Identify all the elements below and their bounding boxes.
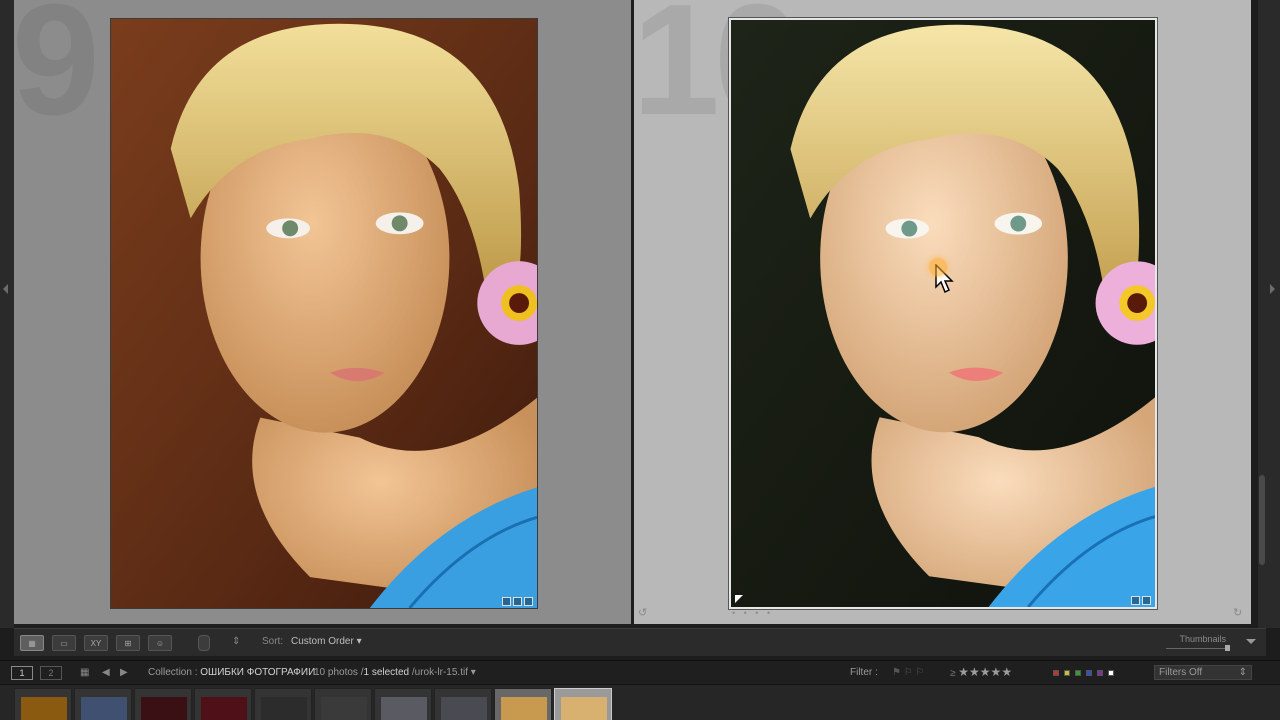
sort-label: Sort: (262, 636, 284, 647)
thumb-image (141, 697, 187, 720)
filters-preset-select[interactable]: Filters Off ⇕ (1154, 665, 1252, 680)
film-thumb-9[interactable] (494, 688, 552, 720)
right-panel-toggle[interactable] (1266, 0, 1280, 628)
filmstrip (0, 684, 1280, 720)
selection-info[interactable]: 10 photos /1 selected /urok-lr-15.tif ▾ (314, 667, 476, 678)
film-thumb-8[interactable] (434, 688, 492, 720)
green-label-icon[interactable] (1075, 670, 1081, 676)
painter-icon[interactable] (198, 635, 210, 651)
rotate-left-icon[interactable]: ↺ (638, 608, 650, 619)
forward-arrow-icon[interactable]: ▶ (120, 667, 128, 678)
thumbnails-label: Thumbnails (1179, 634, 1226, 644)
grid-view-icon[interactable]: ▦ (20, 635, 44, 651)
grid-cell-10-selected[interactable]: 10 ↺ • • • • ↻ (634, 0, 1251, 624)
metadata-badge-icon[interactable] (502, 597, 511, 606)
thumb-image (441, 697, 487, 720)
metadata-badge-icon[interactable] (1131, 596, 1140, 605)
blue-label-icon[interactable] (1086, 670, 1092, 676)
people-view-icon[interactable]: ☺ (148, 635, 172, 651)
white-label-icon[interactable] (1108, 670, 1114, 676)
thumb-image (381, 697, 427, 720)
collection-source[interactable]: Collection : ОШИБКИ ФОТОГРАФИИ (148, 667, 315, 678)
develop-badge-icon[interactable] (524, 597, 533, 606)
red-label-icon[interactable] (1053, 670, 1059, 676)
portrait-image-retouched (731, 20, 1155, 607)
photo-thumbnail-retouched[interactable] (729, 18, 1157, 609)
rating-filter[interactable]: ≥ ★★★★★ (950, 665, 1012, 679)
film-thumb-10-selected[interactable] (554, 688, 612, 720)
survey-view-icon[interactable]: ⊞ (116, 635, 140, 651)
back-arrow-icon[interactable]: ◀ (102, 667, 110, 678)
thumb-image (261, 697, 307, 720)
film-thumb-6[interactable] (314, 688, 372, 720)
expand-right-icon (1270, 284, 1275, 294)
purple-label-icon[interactable] (1097, 670, 1103, 676)
film-thumb-7[interactable] (374, 688, 432, 720)
cell-index-number: 9 (14, 0, 100, 148)
thumbnail-grid: 9 10 ↺ • • • • ↻ (14, 0, 1254, 628)
film-thumb-2[interactable] (74, 688, 132, 720)
film-thumb-3[interactable] (134, 688, 192, 720)
thumb-image (321, 697, 367, 720)
expand-left-icon (3, 284, 8, 294)
loupe-view-icon[interactable]: ▭ (52, 635, 76, 651)
color-label-filter[interactable] (1053, 668, 1119, 679)
compare-view-icon[interactable]: XY (84, 635, 108, 651)
filter-label: Filter : (850, 667, 878, 678)
toolbar-menu-icon[interactable] (1246, 639, 1256, 644)
film-thumb-1[interactable] (14, 688, 72, 720)
develop-badge-icon[interactable] (1142, 596, 1151, 605)
film-thumb-5[interactable] (254, 688, 312, 720)
film-thumb-4[interactable] (194, 688, 252, 720)
click-highlight (929, 258, 947, 276)
filmstrip-header: 1 2 ▦ ◀ ▶ Collection : ОШИБКИ ФОТОГРАФИИ… (0, 660, 1280, 684)
sort-dropdown[interactable]: Custom Order ▾ (291, 636, 362, 647)
grid-cell-9[interactable]: 9 (14, 0, 631, 624)
grid-scrollbar[interactable] (1258, 0, 1266, 628)
mouse-cursor-icon (929, 258, 957, 294)
photo-thumbnail-original[interactable] (110, 18, 538, 609)
thumb-image (501, 697, 547, 720)
thumbnail-size-slider[interactable] (1166, 645, 1230, 651)
sort-direction-icon[interactable]: ⇕ (232, 636, 240, 647)
photo-badges (502, 597, 533, 606)
lightroom-library-window: 9 10 ↺ • • • • ↻ ▦ ▭ XY ⊞ ☺ ⇕ Sort: Cust… (0, 0, 1280, 720)
crop-badge-icon[interactable] (513, 597, 522, 606)
portrait-image-warm (111, 19, 537, 608)
grid-shortcut-icon[interactable]: ▦ (80, 667, 89, 678)
secondary-window-button[interactable]: 2 (40, 666, 62, 680)
thumb-image (81, 697, 127, 720)
thumb-image (21, 697, 67, 720)
library-toolbar: ▦ ▭ XY ⊞ ☺ ⇕ Sort: Custom Order ▾ Thumbn… (14, 628, 1266, 656)
photo-badges (1131, 596, 1151, 605)
scrollbar-thumb[interactable] (1259, 475, 1265, 565)
virtual-copy-corner-icon (735, 595, 743, 603)
cell-dots: • • • • (732, 608, 774, 618)
rotate-right-icon[interactable]: ↻ (1233, 608, 1245, 619)
main-window-button[interactable]: 1 (11, 666, 33, 680)
yellow-label-icon[interactable] (1064, 670, 1070, 676)
flag-filters-icon[interactable]: ⚑ ⚐ ⚐ (892, 667, 924, 678)
slider-knob[interactable] (1225, 645, 1230, 651)
left-panel-toggle[interactable] (0, 0, 14, 628)
thumb-image (201, 697, 247, 720)
thumb-image (561, 697, 607, 720)
